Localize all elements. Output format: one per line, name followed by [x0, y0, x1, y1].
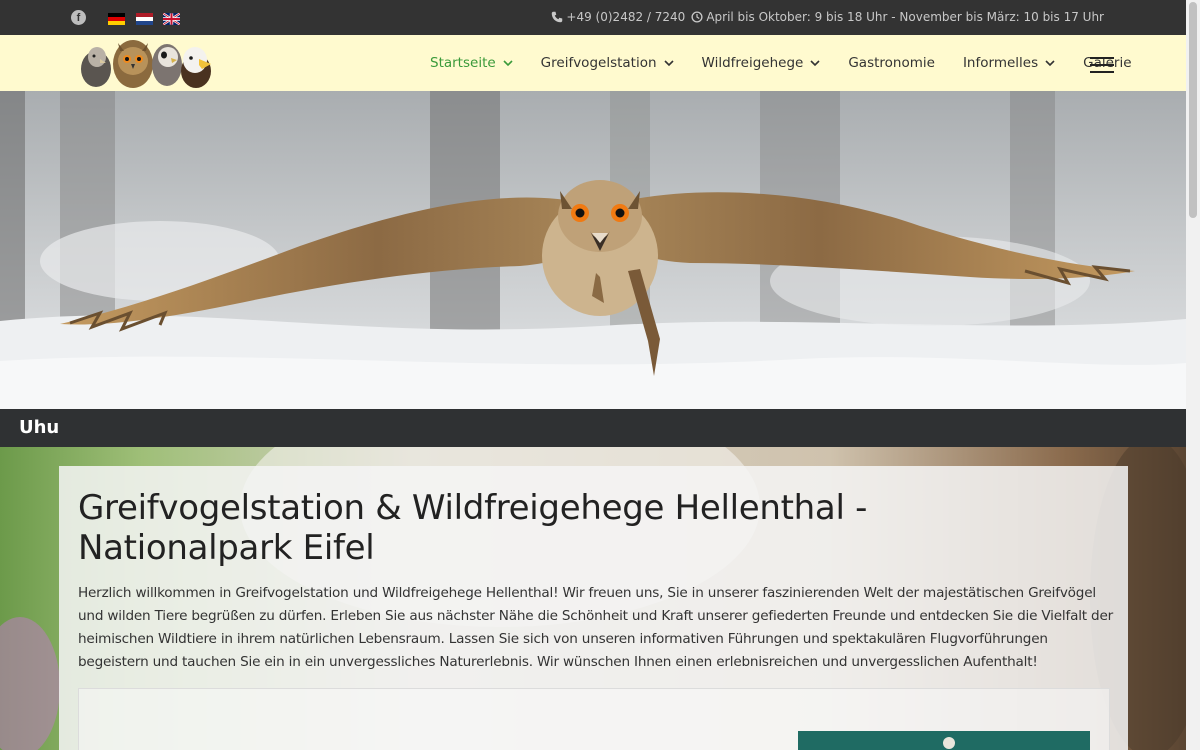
- phone-icon: [552, 11, 563, 23]
- nav-item-wildfreigehege[interactable]: Wildfreigehege: [702, 55, 821, 71]
- welcome-text: Herzlich willkommen in Greifvogelstation…: [78, 585, 1114, 670]
- top-bar: f +49 (0)2482 / 7240 April bis Oktober: 9…: [0, 0, 1186, 35]
- main-navbar: Startseite Greifvogelstation Wildfreigeheg…: [0, 35, 1186, 91]
- opening-hours: April bis Oktober: 9 bis 18 Uhr - Novemb…: [706, 10, 1104, 24]
- feature-box: [78, 688, 1110, 750]
- nav-item-label: Gastronomie: [848, 55, 935, 71]
- hamburger-menu-icon[interactable]: [1090, 57, 1114, 73]
- feature-image: [798, 731, 1090, 750]
- facebook-icon[interactable]: f: [71, 10, 86, 25]
- chevron-down-icon: [810, 59, 820, 66]
- scrollbar-thumb[interactable]: [1189, 2, 1197, 218]
- nav-item-label: Startseite: [430, 55, 496, 71]
- nav-menu: Startseite Greifvogelstation Wildfreigeheg…: [430, 35, 1160, 91]
- nav-item-startseite[interactable]: Startseite: [430, 55, 513, 71]
- flag-dutch-icon[interactable]: [136, 13, 153, 25]
- welcome-panel: Greifvogelstation & Wildfreigehege Helle…: [59, 466, 1128, 750]
- page-title: Greifvogelstation & Wildfreigehege Helle…: [78, 488, 868, 568]
- hero-caption-bar: Uhu: [0, 409, 1186, 447]
- clock-icon: [691, 11, 703, 23]
- hero-image-eagle-owl: [0, 91, 1186, 409]
- nav-item-label: Wildfreigehege: [701, 55, 804, 71]
- contact-info: +49 (0)2482 / 7240 April bis Oktober: 9 b…: [551, 10, 1104, 24]
- flag-english-icon[interactable]: [163, 13, 180, 25]
- page-scrollbar[interactable]: [1186, 0, 1200, 750]
- nav-item-label: Greifvogelstation: [540, 55, 657, 71]
- flag-german-icon[interactable]: [108, 13, 125, 25]
- nav-item-gastronomie[interactable]: Gastronomie: [848, 55, 935, 71]
- chevron-down-icon: [1045, 59, 1055, 66]
- nav-item-label: Informelles: [962, 55, 1039, 71]
- nav-item-greifvogelstation[interactable]: Greifvogelstation: [541, 55, 674, 71]
- chevron-down-icon: [663, 59, 674, 66]
- hero-caption: Uhu: [19, 417, 60, 438]
- chevron-down-icon: [503, 59, 513, 66]
- nav-item-informelles[interactable]: Informelles: [963, 55, 1055, 71]
- site-logo[interactable]: [78, 37, 212, 89]
- phone-number[interactable]: +49 (0)2482 / 7240: [566, 10, 685, 24]
